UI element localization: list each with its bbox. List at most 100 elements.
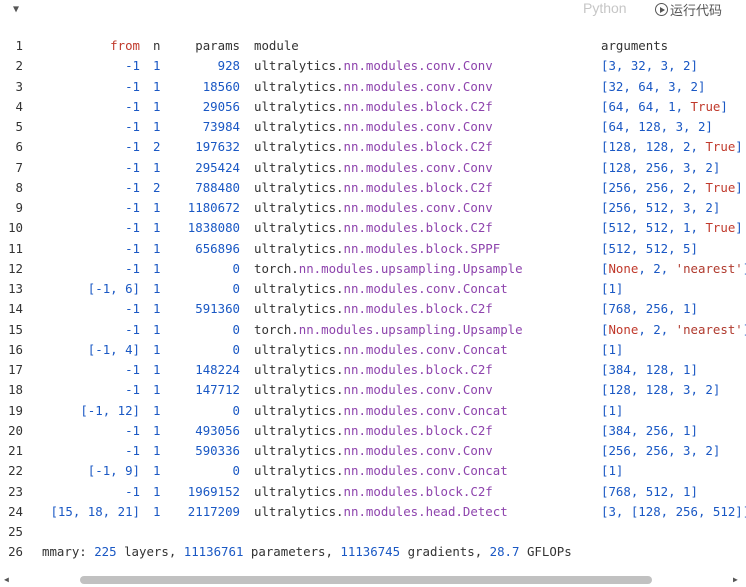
- module-cell: ultralytics.nn.modules.conv.Conv: [254, 77, 493, 97]
- summary-gflops-label: GFLOPs: [519, 544, 572, 560]
- module-class: Concat: [462, 281, 508, 296]
- module-path: nn.modules.conv.: [343, 159, 463, 175]
- horizontal-scrollbar[interactable]: ◀ ▶: [0, 570, 746, 587]
- module-root: ultralytics.: [254, 301, 344, 317]
- module-root: ultralytics.: [254, 58, 344, 74]
- params-cell: 73984: [202, 119, 240, 134]
- line-number: 12: [8, 260, 23, 276]
- arguments-cell: [None, 2, 'nearest']: [601, 259, 746, 279]
- arguments-cell: [256, 256, 3, 2]: [601, 441, 720, 461]
- params-cell: 1969152: [187, 483, 240, 499]
- arguments-cell: [1]: [601, 461, 623, 481]
- module-cell: ultralytics.nn.modules.conv.Conv: [254, 441, 493, 461]
- module-path: nn.modules.block.: [343, 483, 471, 499]
- module-root: ultralytics.: [254, 341, 344, 357]
- table-row: 13 [-1, 6] 1 0 ultralytics.nn.modules.conv.C…: [0, 279, 746, 299]
- n-cell: 1: [153, 98, 161, 114]
- module-path: nn.modules.block.: [343, 362, 471, 377]
- module-class: C2f: [470, 301, 493, 317]
- module-path: nn.modules.conv.: [343, 402, 463, 418]
- params-cell: 197632: [195, 139, 240, 155]
- table-row: 21 -1 1 590336 ultralytics.nn.modules.conv.C…: [0, 441, 746, 461]
- params-cell: 0: [232, 260, 240, 276]
- module-class: C2f: [470, 139, 493, 155]
- table-row: 3 -1 1 18560 ultralytics.nn.modules.conv.Con…: [0, 77, 746, 97]
- module-root: ultralytics.: [254, 119, 344, 134]
- module-class: C2f: [470, 220, 493, 236]
- line-number: 1: [15, 38, 23, 53]
- table-row: 24 [15, 18, 21] 1 2117209 ultralytics.nn.mod…: [0, 502, 746, 522]
- from-cell: -1: [125, 220, 140, 236]
- argument-token: ]: [735, 220, 743, 236]
- line-number: 10: [8, 220, 23, 236]
- run-code-button[interactable]: 运行代码: [655, 0, 722, 19]
- table-row: 9 -1 1 1180672 ultralytics.nn.modules.conv.C…: [0, 198, 746, 218]
- table-row: 16 [-1, 4] 1 0 ultralytics.nn.modules.conv.C…: [0, 340, 746, 360]
- module-path: nn.modules.block.: [343, 98, 471, 114]
- from-cell: [15, 18, 21]: [50, 503, 140, 519]
- scroll-left-arrow-icon[interactable]: ◀: [4, 575, 9, 584]
- argument-token: 'nearest': [675, 260, 743, 276]
- arguments-cell: [384, 128, 1]: [601, 360, 698, 380]
- from-cell: -1: [125, 382, 140, 398]
- module-root: torch.: [254, 260, 299, 276]
- table-row: 5 -1 1 73984 ultralytics.nn.modules.conv.Con…: [0, 117, 746, 137]
- module-cell: ultralytics.nn.modules.block.C2f: [254, 137, 493, 157]
- argument-token: [64, 64, 1,: [601, 98, 691, 114]
- module-cell: ultralytics.nn.modules.block.C2f: [254, 421, 493, 441]
- params-cell: 147712: [195, 382, 240, 398]
- line-number: 6: [15, 139, 23, 155]
- from-cell: -1: [125, 159, 140, 175]
- argument-token: ]: [720, 98, 728, 114]
- line-number: 16: [8, 341, 23, 357]
- summary-parameters: 11136761: [183, 544, 244, 560]
- arguments-cell: [1]: [601, 340, 623, 360]
- n-cell: 1: [153, 58, 161, 74]
- module-root: ultralytics.: [254, 139, 344, 155]
- arguments-cell: [256, 256, 2, True]: [601, 178, 743, 198]
- argument-token: [64, 128, 3, 2]: [601, 119, 713, 134]
- summary-prefix: mmary:: [42, 544, 95, 560]
- line-number: 4: [15, 98, 23, 114]
- collapse-caret-icon[interactable]: ▼: [13, 4, 19, 15]
- n-cell: 1: [153, 463, 161, 479]
- line-number: 13: [8, 281, 23, 296]
- run-code-label: 运行代码: [670, 3, 723, 18]
- line-number: 8: [15, 179, 23, 195]
- header-module: module: [254, 38, 299, 53]
- line-number: 22: [8, 463, 23, 479]
- from-cell: [-1, 6]: [87, 281, 140, 296]
- argument-token: [128, 128, 2,: [601, 139, 706, 155]
- module-class: Conv: [462, 443, 493, 458]
- module-cell: ultralytics.nn.modules.conv.Conv: [254, 380, 493, 400]
- argument-token: [512, 512, 5]: [601, 240, 698, 256]
- scrollbar-thumb[interactable]: [80, 576, 652, 584]
- params-cell: 0: [232, 321, 240, 337]
- params-cell: 0: [232, 341, 240, 357]
- module-path: nn.modules.upsampling.: [298, 321, 463, 337]
- module-cell: ultralytics.nn.modules.conv.Conv: [254, 117, 493, 137]
- params-cell: 0: [232, 281, 240, 296]
- module-class: C2f: [470, 362, 493, 377]
- module-path: nn.modules.block.: [343, 220, 471, 236]
- table-row: 8 -1 2 788480 ultralytics.nn.modules.block.C…: [0, 178, 746, 198]
- from-cell: [-1, 4]: [87, 341, 140, 357]
- params-cell: 1180672: [187, 200, 240, 215]
- n-cell: 1: [153, 422, 161, 438]
- params-cell: 656896: [195, 240, 240, 256]
- summary-gradients: 11136745: [340, 544, 401, 560]
- table-row: 10 -1 1 1838080 ultralytics.nn.modules.block…: [0, 218, 746, 238]
- scroll-right-arrow-icon[interactable]: ▶: [733, 575, 738, 584]
- from-cell: -1: [125, 362, 140, 377]
- n-cell: 1: [153, 321, 161, 337]
- module-class: Concat: [462, 402, 508, 418]
- params-cell: 148224: [195, 362, 240, 377]
- module-cell: torch.nn.modules.upsampling.Upsample: [254, 320, 523, 340]
- argument-token: [256, 512, 3, 2]: [601, 200, 721, 215]
- n-cell: 2: [153, 179, 161, 195]
- argument-token: [256, 256, 2,: [601, 179, 706, 195]
- header-from: from: [110, 38, 140, 53]
- n-cell: 1: [153, 260, 161, 276]
- argument-token: [128, 128, 3, 2]: [601, 382, 721, 398]
- n-cell: 1: [153, 159, 161, 175]
